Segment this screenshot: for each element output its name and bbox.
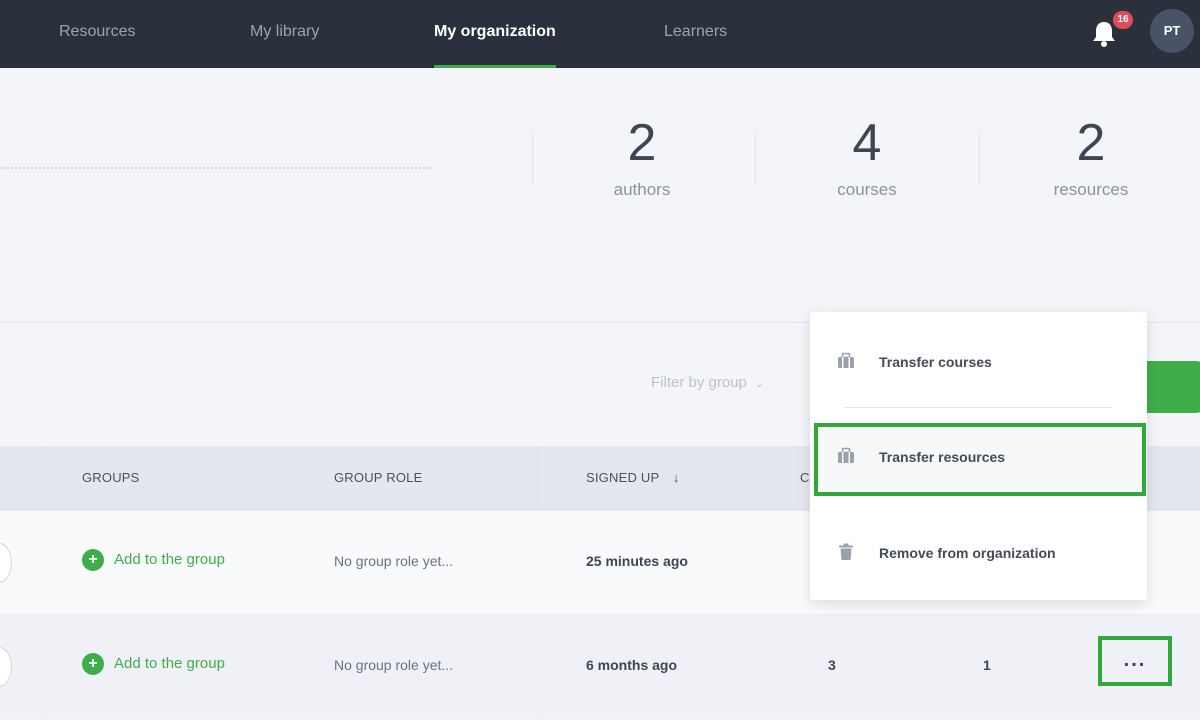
plus-icon: +: [82, 653, 104, 675]
top-navigation: Resources My library My organization Lea…: [0, 0, 1200, 68]
organization-stats: 2 authors 4 courses 2 resources: [0, 68, 1200, 323]
plus-icon: +: [82, 549, 104, 571]
stat-resources-label: resources: [1053, 180, 1129, 199]
menu-item-label: Remove from organization: [879, 545, 1056, 561]
nav-my-library[interactable]: My library: [250, 0, 319, 68]
add-to-group-link[interactable]: + Add to the group: [82, 653, 225, 675]
signed-up-cell: 6 months ago: [586, 657, 678, 673]
row-actions-menu: Transfer courses Transfer resources Remo…: [810, 312, 1147, 600]
dotted-divider: [0, 167, 432, 169]
row-select-checkbox[interactable]: [0, 543, 12, 583]
menu-item-remove-from-organization[interactable]: Remove from organization: [810, 543, 1147, 565]
menu-divider: [844, 407, 1112, 408]
row-select-checkbox[interactable]: [0, 647, 12, 687]
column-header-group-role[interactable]: GROUP ROLE: [334, 446, 422, 510]
stat-courses: 4 courses: [757, 108, 977, 200]
stat-authors: 2 authors: [532, 108, 752, 200]
add-to-group-label: Add to the group: [114, 654, 225, 672]
nav-learners[interactable]: Learners: [664, 0, 727, 68]
trash-icon: [837, 543, 855, 561]
group-role-cell: No group role yet...: [334, 657, 454, 673]
table-row: + Add to the group No group role yet... 6…: [0, 615, 1200, 719]
stat-courses-label: courses: [837, 180, 897, 199]
add-to-group-link[interactable]: + Add to the group: [82, 549, 225, 571]
sort-arrow-icon: ↓: [672, 470, 680, 485]
stat-authors-value: 2: [627, 114, 657, 172]
stat-resources-value: 2: [1076, 114, 1106, 172]
signed-up-cell: 25 minutes ago: [586, 553, 688, 569]
stat-resources: 2 resources: [981, 108, 1200, 200]
stat-separator: [979, 130, 980, 186]
stat-separator: [755, 130, 756, 186]
avatar[interactable]: PT: [1150, 9, 1194, 53]
column-header-courses[interactable]: C: [800, 446, 810, 510]
nav-resources[interactable]: Resources: [59, 0, 135, 68]
briefcase-icon: [837, 447, 855, 465]
stat-courses-value: 4: [852, 114, 882, 172]
resources-count-cell: 1: [983, 657, 991, 673]
menu-item-label: Transfer resources: [879, 449, 1006, 465]
notification-badge: 16: [1113, 11, 1133, 29]
stat-authors-label: authors: [613, 180, 671, 199]
menu-item-transfer-courses[interactable]: Transfer courses: [810, 352, 1147, 374]
group-role-cell: No group role yet...: [334, 553, 454, 569]
nav-my-organization[interactable]: My organization: [434, 0, 556, 68]
chevron-down-icon: ⌄: [754, 378, 765, 390]
briefcase-icon: [837, 352, 855, 370]
filter-placeholder: Filter by group: [651, 374, 747, 391]
filter-by-group-select[interactable]: Filter by group ⌄: [651, 374, 764, 391]
column-header-groups[interactable]: GROUPS: [82, 446, 140, 510]
add-to-group-label: Add to the group: [114, 550, 225, 568]
nav-my-organization-label: My organization: [434, 23, 556, 40]
column-header-signed-up[interactable]: SIGNED UP ↓: [586, 446, 680, 510]
column-header-signed-up-label: SIGNED UP: [586, 470, 660, 485]
more-actions-button[interactable]: ...: [1098, 636, 1172, 686]
courses-count-cell: 3: [828, 657, 836, 673]
menu-item-transfer-resources[interactable]: Transfer resources: [810, 447, 1147, 469]
menu-item-label: Transfer courses: [879, 354, 992, 370]
